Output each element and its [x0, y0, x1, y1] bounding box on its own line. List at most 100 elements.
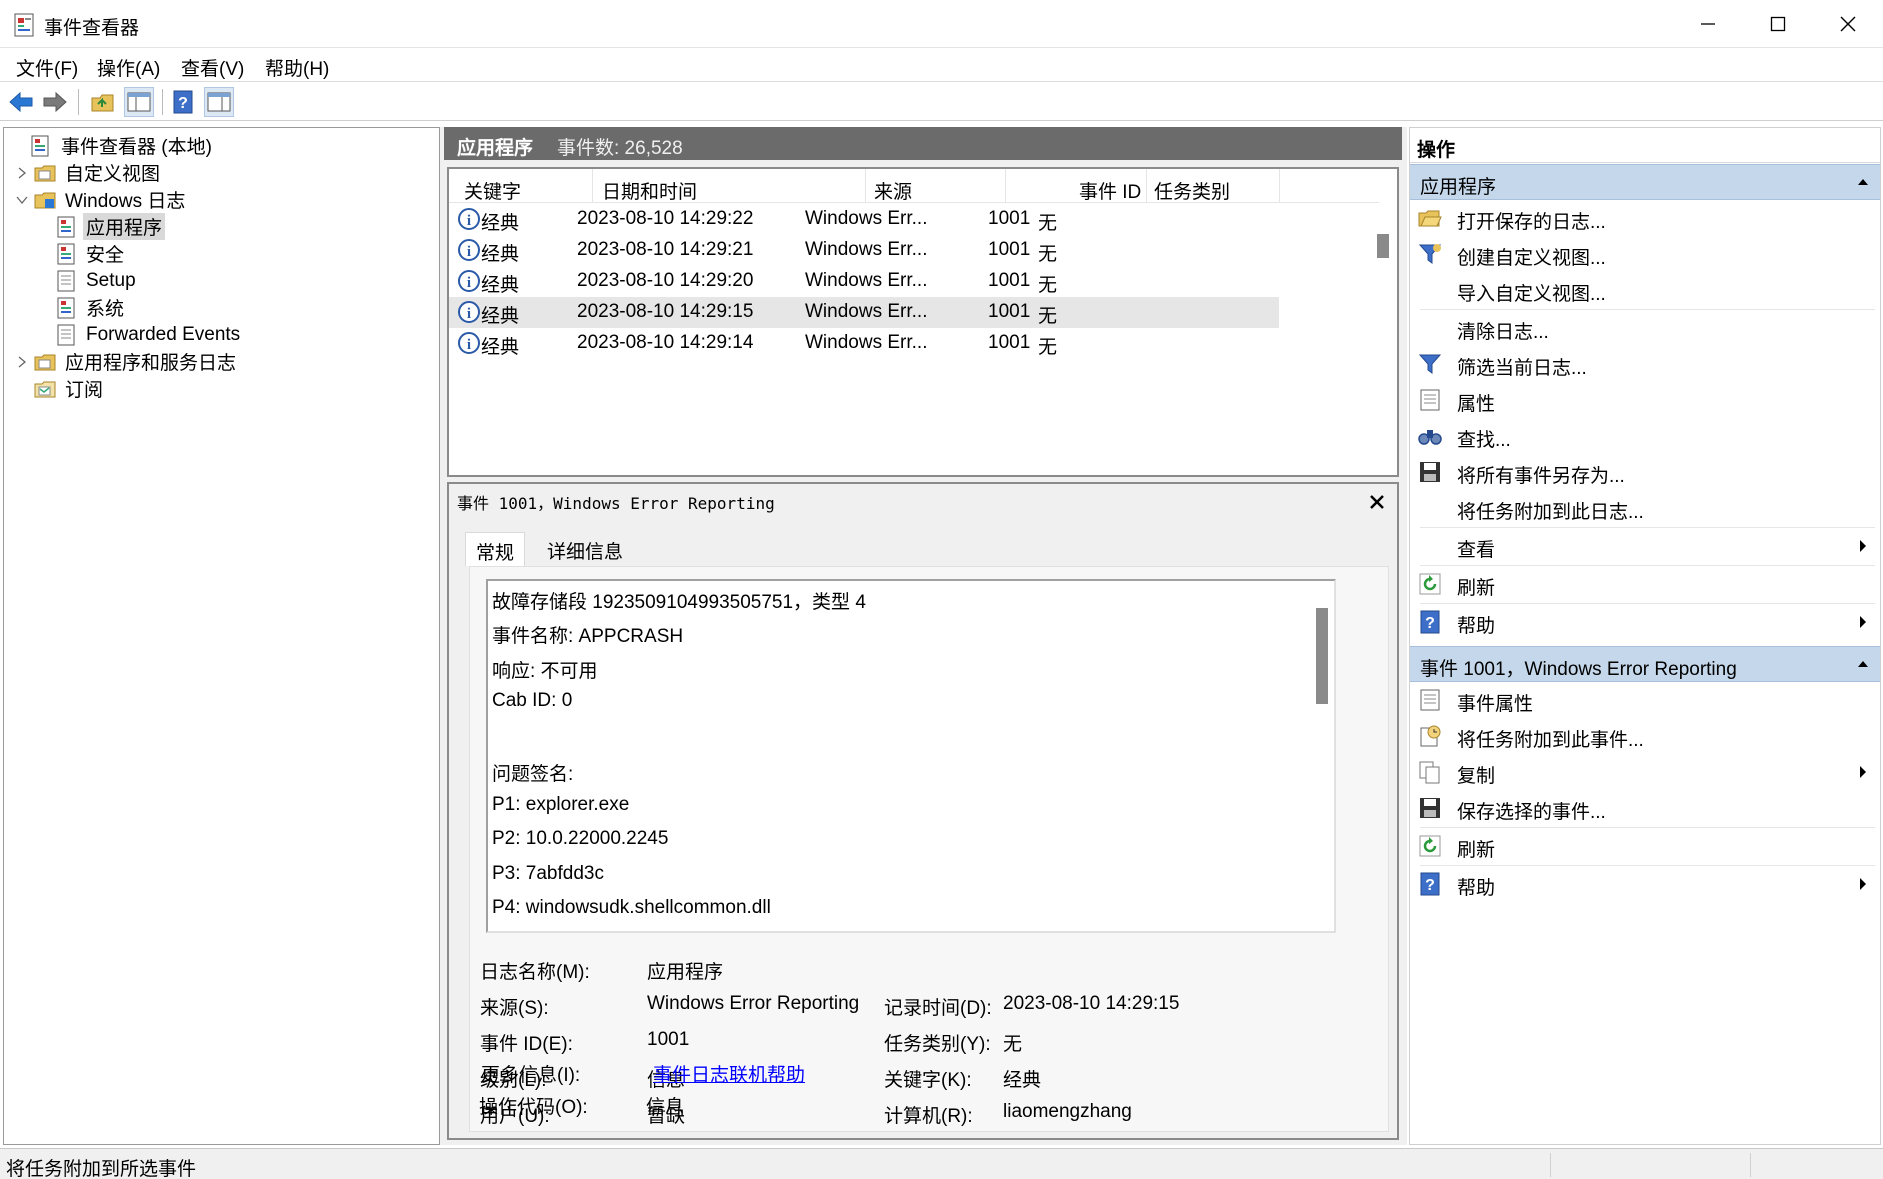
- actions-header: 操作: [1410, 128, 1880, 163]
- tree-item-custom-views[interactable]: 自定义视图: [14, 159, 163, 186]
- column-datetime[interactable]: 日期和时间: [602, 177, 697, 204]
- cell-datetime: 2023-08-10 14:29:22: [577, 208, 754, 229]
- action-help-event[interactable]: ? 帮助: [1410, 866, 1880, 902]
- tree-item-application[interactable]: 应用程序: [55, 213, 166, 240]
- svg-text:i: i: [467, 337, 471, 353]
- minimize-icon: [1701, 23, 1715, 25]
- menu-help[interactable]: 帮助(H): [265, 54, 329, 81]
- up-folder-button[interactable]: [88, 87, 118, 117]
- tab-details[interactable]: 详细信息: [537, 532, 633, 566]
- action-copy[interactable]: 复制: [1410, 754, 1880, 790]
- action-import-custom-view[interactable]: 导入自定义视图...: [1410, 272, 1880, 308]
- event-id-label: 事件 ID(E):: [480, 1034, 573, 1055]
- column-divider[interactable]: [1146, 169, 1147, 203]
- action-open-saved-log[interactable]: 打开保存的日志...: [1410, 200, 1880, 236]
- event-id-value[interactable]: 1001: [647, 1029, 689, 1051]
- help-button[interactable]: ?: [168, 87, 198, 117]
- cell-keyword: 经典: [481, 275, 520, 296]
- event-description[interactable]: 故障存储段 1923509104993505751，类型 4 事件名称: APP…: [486, 579, 1336, 933]
- cell-keyword: 经典: [481, 306, 520, 327]
- description-scrollbar-thumb[interactable]: [1316, 608, 1328, 704]
- back-button[interactable]: [6, 87, 36, 117]
- keywords-value[interactable]: 经典: [1003, 1065, 1041, 1092]
- close-detail-button[interactable]: [1369, 488, 1385, 517]
- opcode-value[interactable]: 信息: [646, 1092, 684, 1119]
- list-scrollbar-thumb[interactable]: [1377, 234, 1389, 258]
- column-source[interactable]: 来源: [874, 177, 912, 204]
- filter-icon: [1418, 354, 1442, 374]
- tree-item-windows-logs[interactable]: Windows 日志: [14, 186, 188, 213]
- action-label: 复制: [1457, 766, 1496, 787]
- tree-item-system[interactable]: 系统: [55, 294, 127, 321]
- table-row[interactable]: i 经典 2023-08-10 14:29:22 Windows Err... …: [449, 204, 1279, 235]
- submenu-arrow-icon: [1860, 616, 1866, 628]
- column-divider[interactable]: [1005, 169, 1006, 203]
- action-filter-current-log[interactable]: 筛选当前日志...: [1410, 346, 1880, 382]
- action-label: 筛选当前日志...: [1457, 358, 1587, 379]
- menu-view[interactable]: 查看(V): [181, 54, 244, 81]
- tree-item-setup[interactable]: Setup: [55, 267, 139, 294]
- table-row-selected[interactable]: i 经典 2023-08-10 14:29:15 Windows Err... …: [449, 297, 1279, 328]
- log-name-value[interactable]: 应用程序: [647, 957, 723, 984]
- forward-button[interactable]: [40, 87, 70, 117]
- tree-item-security[interactable]: 安全: [55, 240, 127, 267]
- maximize-button[interactable]: [1743, 0, 1813, 48]
- action-event-properties[interactable]: 事件属性: [1410, 682, 1880, 718]
- table-row[interactable]: i 经典 2023-08-10 14:29:20 Windows Err... …: [449, 266, 1279, 297]
- action-refresh-event[interactable]: 刷新: [1410, 828, 1880, 864]
- table-row[interactable]: i 经典 2023-08-10 14:29:14 Windows Err... …: [449, 328, 1279, 359]
- svg-text:i: i: [467, 244, 471, 260]
- action-create-custom-view[interactable]: 创建自定义视图...: [1410, 236, 1880, 272]
- column-event-id[interactable]: 事件 ID: [1079, 177, 1141, 204]
- action-attach-task-to-event[interactable]: 将任务附加到此事件...: [1410, 718, 1880, 754]
- close-button[interactable]: [1813, 0, 1883, 48]
- cell-source: Windows Err...: [805, 270, 928, 291]
- submenu-arrow-icon: [1860, 878, 1866, 890]
- tree-item-forwarded-events[interactable]: Forwarded Events: [55, 321, 243, 348]
- actions-section-log[interactable]: 应用程序: [1410, 164, 1880, 200]
- action-help[interactable]: ? 帮助: [1410, 604, 1880, 640]
- tree-item-app-service-logs[interactable]: 应用程序和服务日志: [14, 348, 239, 375]
- tree-item-subscriptions[interactable]: 订阅: [34, 375, 106, 402]
- cell-keyword: 经典: [481, 213, 520, 234]
- menu-action[interactable]: 操作(A): [97, 54, 160, 81]
- show-tree-button[interactable]: [124, 87, 154, 117]
- action-label: 清除日志...: [1457, 322, 1549, 343]
- action-clear-log[interactable]: 清除日志...: [1410, 310, 1880, 346]
- tab-general[interactable]: 常规: [465, 532, 526, 566]
- info-icon: i: [458, 301, 480, 323]
- logged-value[interactable]: 2023-08-10 14:29:15: [1003, 993, 1179, 1015]
- action-find[interactable]: 查找...: [1410, 418, 1880, 454]
- right-splitter[interactable]: [1402, 127, 1407, 1145]
- computer-value[interactable]: liaomengzhang: [1003, 1101, 1132, 1123]
- column-divider[interactable]: [1279, 169, 1280, 203]
- column-keyword[interactable]: 关键字: [464, 177, 521, 204]
- column-divider[interactable]: [865, 169, 866, 203]
- action-save-selected-events[interactable]: 保存选择的事件...: [1410, 790, 1880, 826]
- log-title: 应用程序: [457, 138, 534, 159]
- source-value[interactable]: Windows Error Reporting: [647, 993, 859, 1015]
- save-icon: [1420, 798, 1440, 818]
- event-list-header: 关键字 日期和时间 来源 事件 ID 任务类别: [449, 169, 1379, 203]
- status-bar: 将任务附加到所选事件: [0, 1148, 1883, 1179]
- menu-file[interactable]: 文件(F): [16, 54, 78, 81]
- online-help-link[interactable]: 事件日志联机帮助: [653, 1060, 805, 1087]
- action-properties[interactable]: 属性: [1410, 382, 1880, 418]
- action-save-all-events[interactable]: 将所有事件另存为...: [1410, 454, 1880, 490]
- tree-item-root[interactable]: 事件查看器 (本地): [10, 132, 215, 159]
- help-icon: ?: [1420, 610, 1440, 634]
- minimize-button[interactable]: [1673, 0, 1743, 48]
- actions-section-event[interactable]: 事件 1001，Windows Error Reporting: [1410, 646, 1880, 682]
- section-title: 事件 1001，Windows Error Reporting: [1420, 659, 1737, 680]
- action-label: 查找...: [1457, 430, 1511, 451]
- action-refresh[interactable]: 刷新: [1410, 566, 1880, 602]
- console-tree-icon: [127, 92, 151, 112]
- action-attach-task-to-log[interactable]: 将任务附加到此日志...: [1410, 490, 1880, 526]
- task-category-value[interactable]: 无: [1003, 1029, 1022, 1056]
- column-task-category[interactable]: 任务类别: [1154, 177, 1230, 204]
- action-label: 帮助: [1457, 878, 1496, 899]
- action-view[interactable]: 查看: [1410, 528, 1880, 564]
- column-divider[interactable]: [592, 169, 593, 203]
- show-action-pane-button[interactable]: [204, 87, 234, 117]
- table-row[interactable]: i 经典 2023-08-10 14:29:21 Windows Err... …: [449, 235, 1279, 266]
